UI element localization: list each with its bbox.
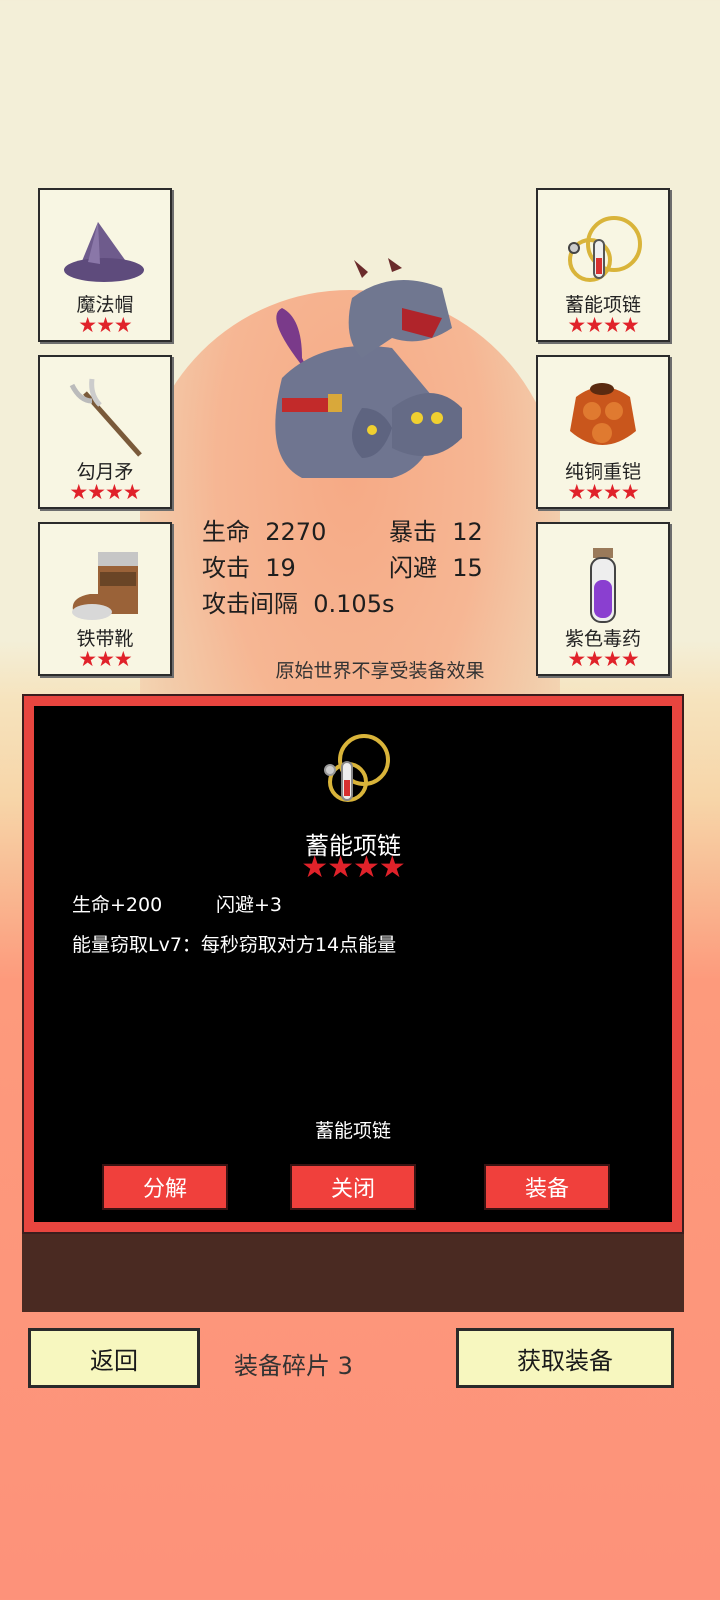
- item-skill: 能量窃取Lv7：每秒窃取对方14点能量: [72, 934, 397, 956]
- stat-interval-value: 0.105s: [313, 590, 395, 618]
- decompose-button[interactable]: 分解: [102, 1164, 228, 1210]
- stat-hp-label: 生命: [202, 518, 250, 546]
- slot-energy-necklace[interactable]: 蓄能项链 ★★★★: [536, 188, 670, 342]
- necklace-detail-icon: [324, 734, 390, 802]
- stat-crit-value: 12: [452, 518, 483, 546]
- equipment-note: 原始世界不享受装备效果: [275, 660, 485, 682]
- stat-dodge-label: 闪避: [389, 554, 437, 582]
- panel-base: [22, 1234, 684, 1312]
- get-equipment-button[interactable]: 获取装备: [456, 1328, 674, 1388]
- stat-dodge: 闪避 15: [389, 548, 483, 583]
- item-detail-panel: 蓄能项链 ★★★★ 生命+200 闪避+3 能量窃取Lv7：每秒窃取对方14点能…: [22, 694, 684, 1234]
- item-detail-inner: 蓄能项链 ★★★★ 生命+200 闪避+3 能量窃取Lv7：每秒窃取对方14点能…: [34, 706, 672, 1222]
- slot-purple-poison[interactable]: 紫色毒药 ★★★★: [536, 522, 670, 676]
- equip-button[interactable]: 装备: [484, 1164, 610, 1210]
- close-button[interactable]: 关闭: [290, 1164, 416, 1210]
- slot-iron-boots[interactable]: 铁带靴 ★★★: [38, 522, 172, 676]
- stat-interval-label: 攻击间隔: [202, 590, 298, 618]
- slot-copper-armor[interactable]: 纯铜重铠 ★★★★: [536, 355, 670, 509]
- slot-stars: ★★★★: [69, 480, 141, 504]
- wizard-hat-icon: [64, 222, 144, 282]
- slot-stars: ★★★★: [567, 480, 639, 504]
- stat-dodge-value: 15: [452, 554, 483, 582]
- monster-cerberus-icon: [275, 258, 462, 478]
- stat-attack-label: 攻击: [202, 554, 250, 582]
- back-button[interactable]: 返回: [28, 1328, 200, 1388]
- stat-attack: 攻击 19: [202, 548, 296, 583]
- armor-icon: [570, 383, 636, 445]
- slot-stars: ★★★★: [567, 313, 639, 337]
- stat-attack-value: 19: [265, 554, 296, 582]
- stat-crit-label: 暴击: [389, 518, 437, 546]
- spear-icon: [69, 378, 142, 457]
- boot-icon: [72, 552, 138, 620]
- slot-wizard-hat[interactable]: 魔法帽 ★★★: [38, 188, 172, 342]
- slot-crescent-spear[interactable]: 勾月矛 ★★★★: [38, 355, 172, 509]
- stat-interval: 攻击间隔 0.105s: [202, 584, 394, 619]
- stat-hp: 生命 2270: [202, 512, 326, 547]
- fragment-count: 装备碎片 3: [234, 1352, 353, 1380]
- poison-vial-icon: [590, 548, 616, 623]
- item-attr-dodge: 闪避+3: [216, 894, 283, 916]
- necklace-icon: [568, 216, 642, 282]
- item-stars: ★★★★: [301, 850, 406, 885]
- item-attr-hp: 生命+200: [72, 894, 163, 916]
- stat-crit: 暴击 12: [389, 512, 483, 547]
- item-footer-name: 蓄能项链: [314, 1120, 391, 1142]
- stat-hp-value: 2270: [265, 518, 327, 546]
- slot-stars: ★★★: [78, 313, 132, 337]
